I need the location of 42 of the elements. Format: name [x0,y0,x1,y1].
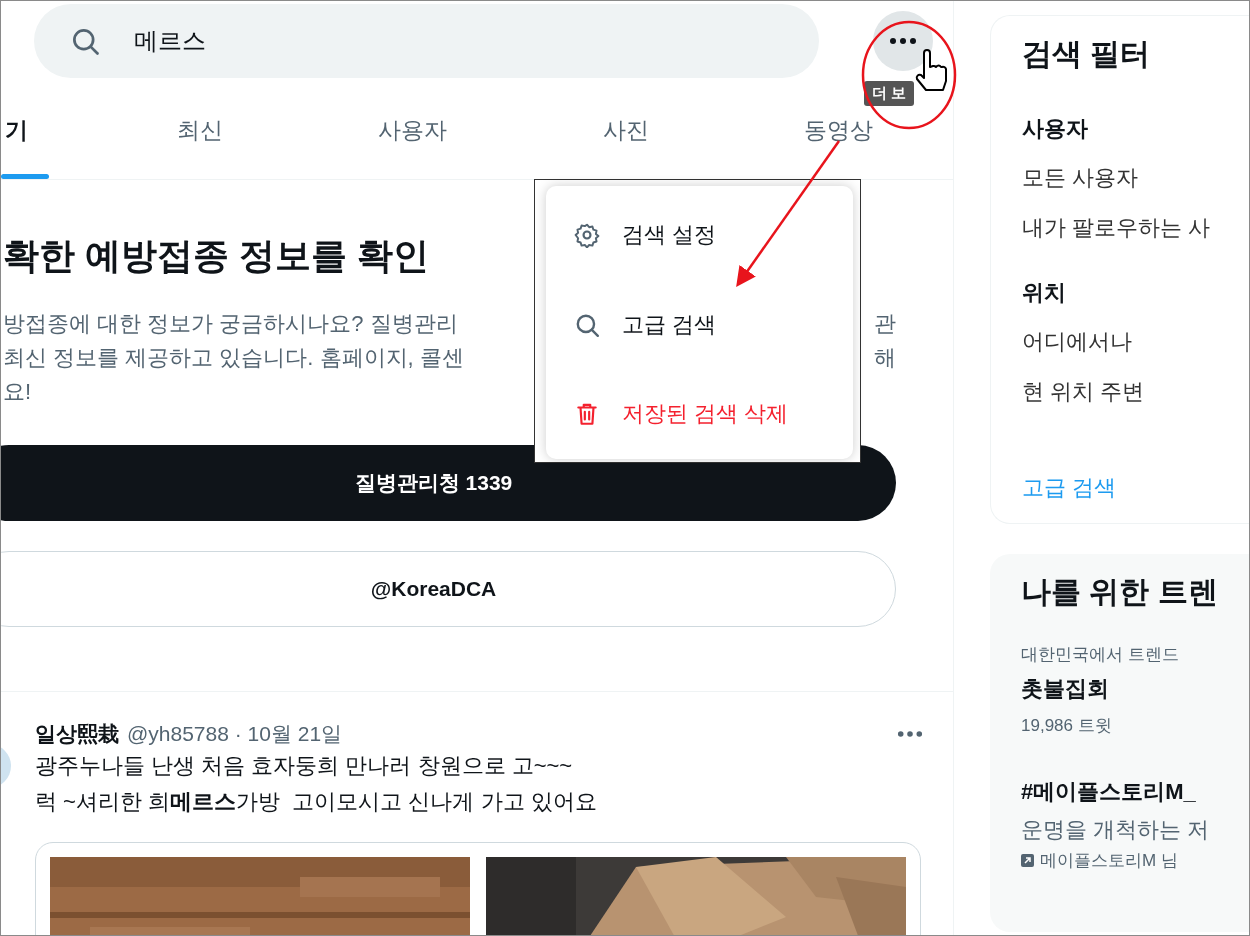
more-icon [897,730,923,738]
banner-text: 최신 정보를 제공하고 있습니다. 홈페이지, 콜센 [3,344,464,372]
tab[interactable]: 최신 [172,108,227,152]
promoted-label: 메이플스토리M 님 [1040,850,1178,872]
filter-option[interactable]: 모든 사용자 [1022,153,1249,203]
tab[interactable]: 사진 [598,108,653,152]
filter-heading: 위치 [1022,279,1067,307]
trend-description: 운명을 개척하는 저 [1021,816,1211,844]
more-icon [889,37,917,45]
trend-name[interactable]: 촛불집회 [1021,674,1249,704]
settings-icon [574,221,600,248]
banner-text: 요! [3,378,32,406]
banner-text: 해 [874,344,896,372]
trend-name[interactable]: #메이플스토리M_ [1021,777,1249,807]
menu-item[interactable]: 검색 설정 [546,190,853,280]
trash-icon [574,401,600,428]
banner-text: 방접종에 대한 정보가 궁금하시나요? 질병관리 [3,310,458,338]
trend-context: 대한민국에서 트렌드 [1021,644,1180,666]
tweet-text: 럭 ~셔리한 희메르스가방 고이모시고 신나게 가고 있어요 [35,788,598,816]
author-name[interactable]: 일상熙栽 [35,722,119,745]
link-button[interactable]: @KoreaDCA [1,551,896,627]
search-field[interactable]: 메르스 [34,4,819,78]
card-title: 나를 위한 트렌 [1021,574,1219,610]
banner-title: 확한 예방접종 정보를 확인 [3,234,429,278]
tooltip: 더 보 [864,81,915,106]
menu-item[interactable]: 고급 검색 [546,279,853,370]
link-button[interactable]: 질병관리청 1339 [1,445,896,521]
filter-heading: 사용자 [1022,115,1089,143]
filter-option[interactable]: 내가 팔로우하는 사 [1022,203,1249,253]
tweet-text: 광주누나들 난생 처음 효자둥희 만나러 창원으로 고~~~ [35,752,574,780]
more-button[interactable] [873,11,933,71]
tab[interactable]: 기 [1,108,32,152]
filter-option[interactable]: 현 위치 주변 [1022,367,1249,417]
promoted-icon [1021,854,1034,867]
banner-text: 관 [874,310,896,338]
card-title: 검색 필터 [1022,36,1152,72]
search-icon [70,26,100,56]
trend-count: 19,986 트윗 [1021,715,1113,737]
tab[interactable]: 사용자 [374,108,451,152]
filter-option[interactable]: 어디에서나 [1022,317,1249,367]
tweet-meta: @yh85788 · 10월 21일 [127,722,343,745]
tab[interactable]: 동영상 [800,108,877,152]
